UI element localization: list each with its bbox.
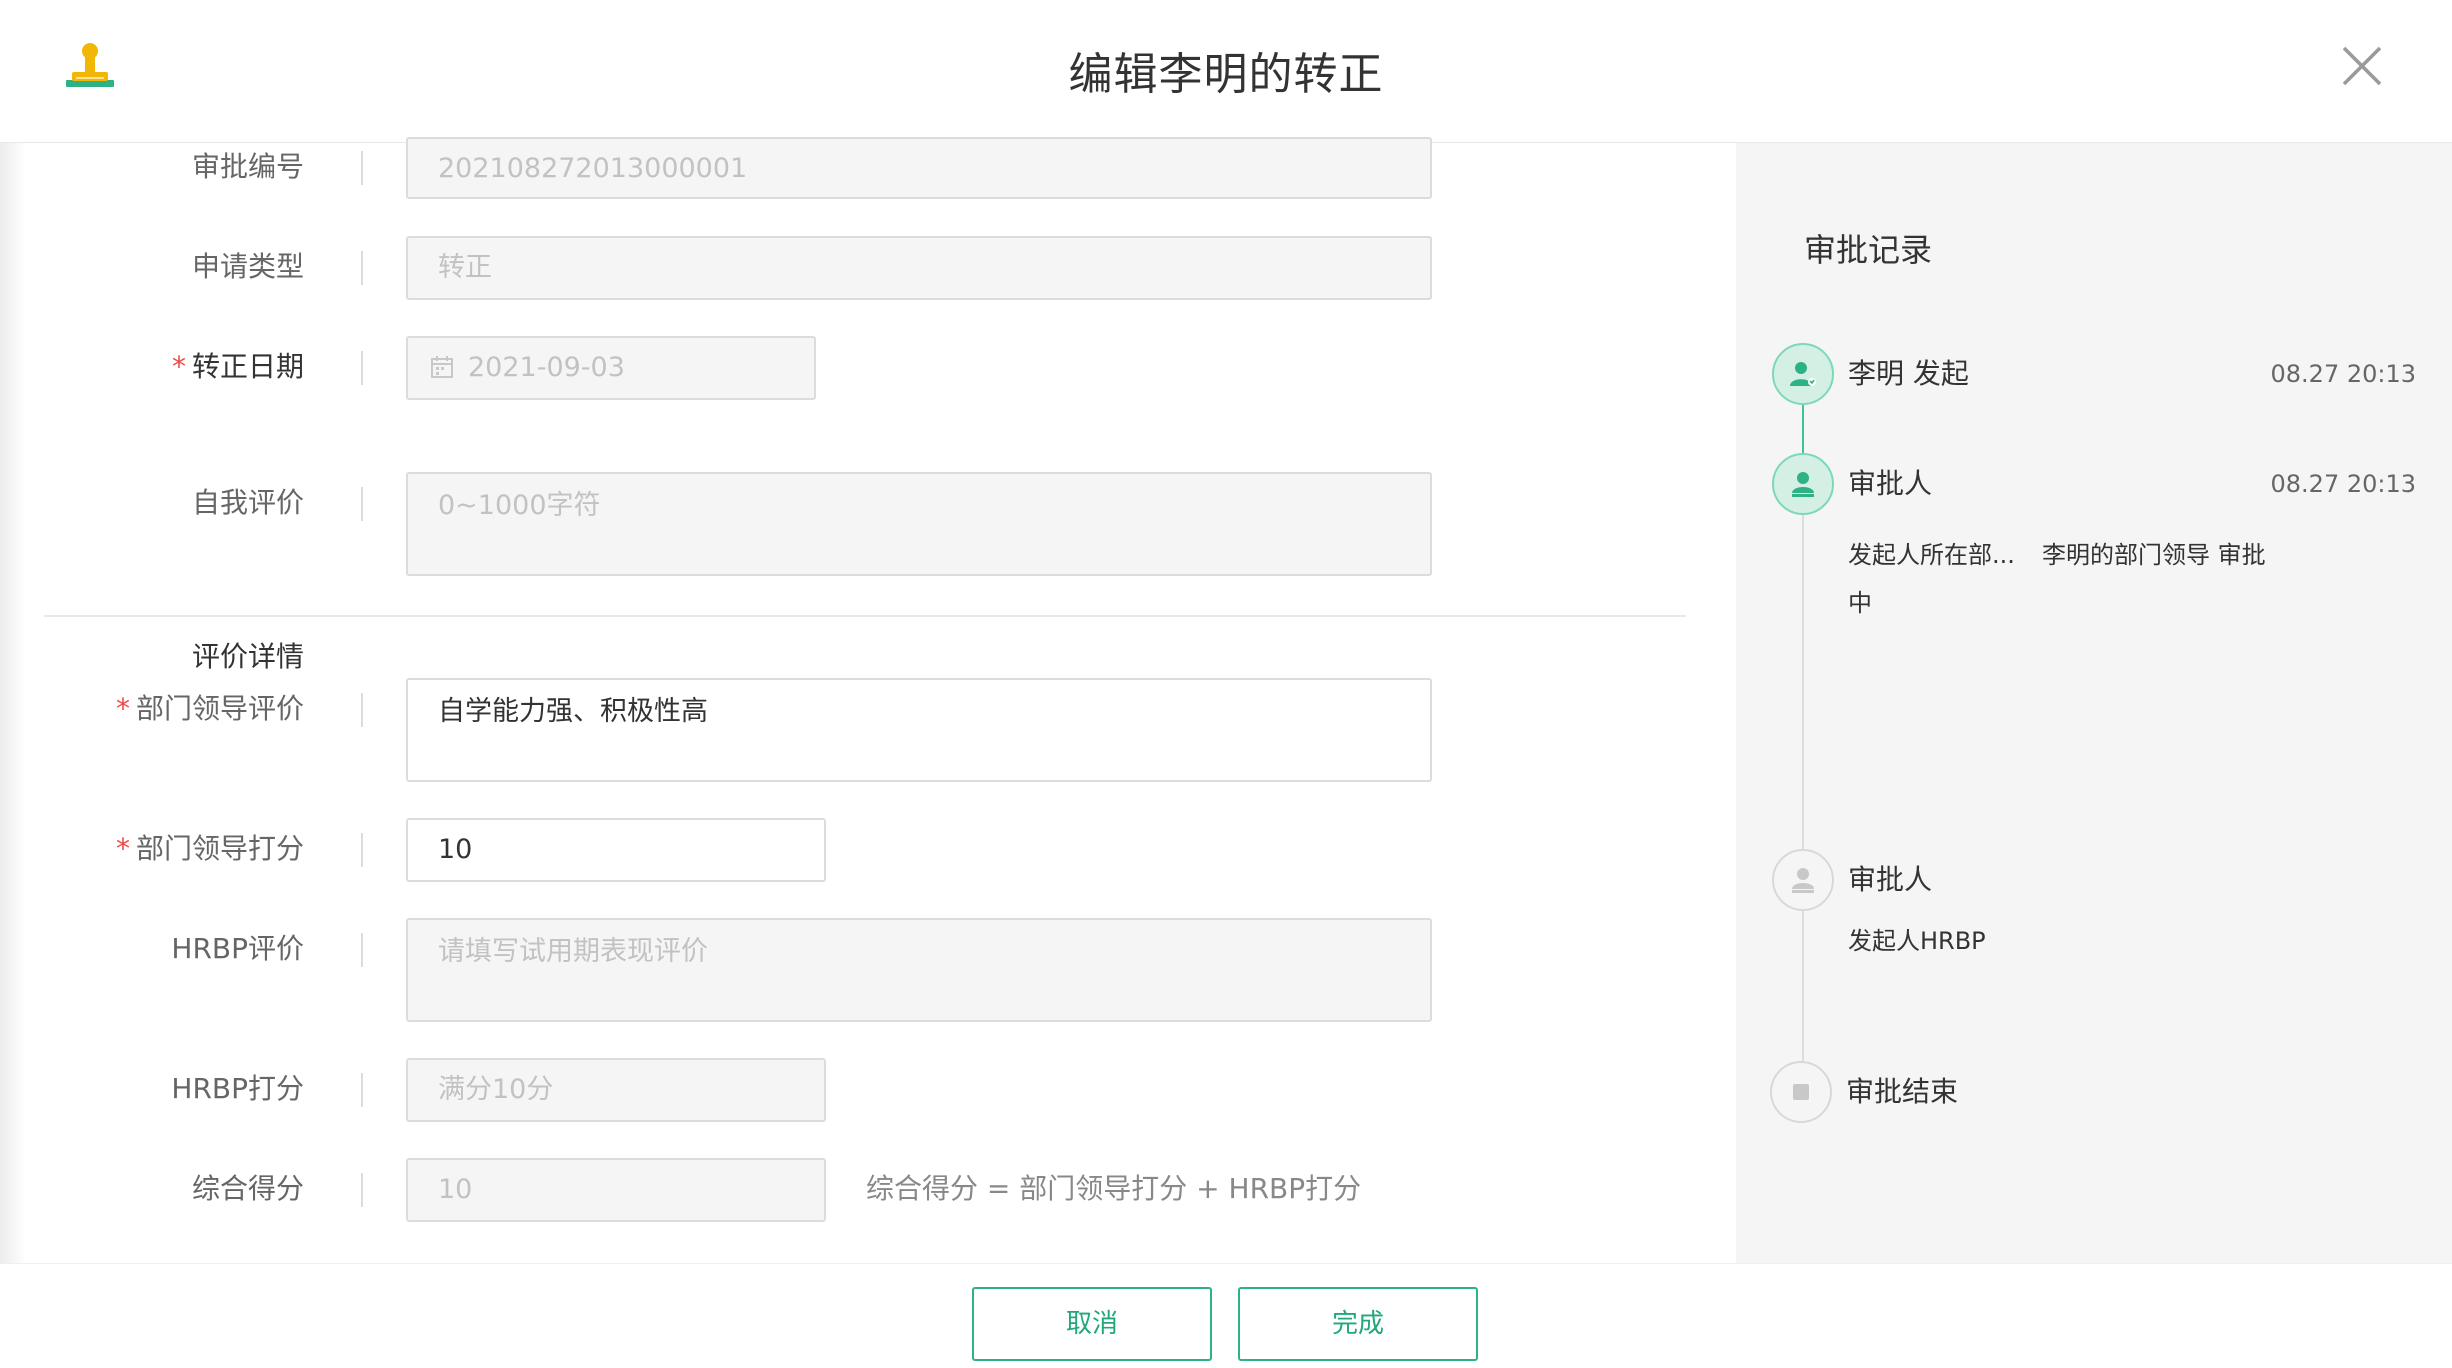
approver-status: 李明的部门领导 审批 xyxy=(2042,541,2266,569)
dialog-header: 编辑李明的转正 xyxy=(0,0,2452,143)
label-separator xyxy=(361,933,363,967)
stop-icon xyxy=(1793,1084,1809,1100)
node-time: 08.27 20:13 xyxy=(2270,360,2417,388)
node-name: 审批人 xyxy=(1848,863,1933,896)
approver-group: 发起人HRBP xyxy=(1848,927,1986,955)
leader-score-label: * 部门领导打分 xyxy=(115,832,304,865)
end-node xyxy=(1770,1061,1832,1123)
section-title: 评价详情 xyxy=(191,640,304,673)
approval-record-panel: 审批记录 李明 发起 08.27 20:13 审批人 08.27 20:13 发… xyxy=(1736,143,2452,1263)
timeline-connector xyxy=(1802,405,1804,453)
label-separator xyxy=(361,833,363,867)
hrbp-score-input: 满分10分 xyxy=(406,1058,826,1122)
cancel-button[interactable]: 取消 xyxy=(972,1287,1212,1361)
node-name: 李明 发起 xyxy=(1848,357,1969,390)
section-divider xyxy=(44,615,1686,617)
approver-status-cont: 中 xyxy=(1848,589,1872,617)
approval-no-label: 审批编号 xyxy=(191,150,304,183)
edit-confirmation-dialog: 编辑李明的转正 审批编号 202108272013000001 申请类型 转正 … xyxy=(0,0,2452,1368)
label-separator xyxy=(361,487,363,521)
node-name: 审批人 xyxy=(1848,467,1933,500)
apply-type-field: 转正 xyxy=(406,236,1432,300)
node-name: 审批结束 xyxy=(1846,1075,1959,1108)
close-icon[interactable] xyxy=(2338,42,2386,90)
hrbp-eval-textarea: 请填写试用期表现评价 xyxy=(406,918,1432,1022)
self-eval-label: 自我评价 xyxy=(191,486,304,519)
node-time: 08.27 20:13 xyxy=(2270,470,2417,498)
user-icon xyxy=(1790,362,1816,386)
stamp-user-icon xyxy=(1792,472,1814,497)
approver-node xyxy=(1772,453,1834,515)
dialog-footer: 取消 完成 xyxy=(0,1263,2452,1368)
hrbp-score-label: HRBP打分 xyxy=(171,1072,304,1105)
hrbp-eval-label: HRBP评价 xyxy=(171,932,304,965)
confirm-date-picker[interactable]: 2021-09-03 xyxy=(406,336,816,400)
approver-group: 发起人所在部... xyxy=(1848,541,2015,569)
calendar-icon xyxy=(431,355,453,378)
apply-type-label: 申请类型 xyxy=(191,250,304,283)
dialog-title: 编辑李明的转正 xyxy=(1068,49,1384,100)
label-separator xyxy=(361,251,363,285)
timeline-connector xyxy=(1802,911,1804,1061)
approval-no-field: 202108272013000001 xyxy=(406,137,1432,199)
self-eval-textarea: 0~1000字符 xyxy=(406,472,1432,576)
score-formula: 综合得分 = 部门领导打分 + HRBP打分 xyxy=(866,1172,1362,1205)
timeline-connector xyxy=(1802,515,1804,849)
label-separator xyxy=(361,1173,363,1207)
confirm-date-label: * 转正日期 xyxy=(171,350,304,383)
total-score-field: 10 xyxy=(406,1158,826,1222)
label-separator xyxy=(361,693,363,727)
leader-score-input[interactable]: 10 xyxy=(406,818,826,882)
initiator-node xyxy=(1772,343,1834,405)
stamp-user-icon xyxy=(1792,868,1814,893)
leader-eval-label: * 部门领导评价 xyxy=(115,692,304,725)
label-separator xyxy=(361,351,363,385)
approval-record-title: 审批记录 xyxy=(1804,231,1933,269)
label-separator xyxy=(361,151,363,185)
approver-node-pending xyxy=(1772,849,1834,911)
confirmation-form: 审批编号 202108272013000001 申请类型 转正 * 转正日期 20… xyxy=(0,137,1736,1263)
done-button[interactable]: 完成 xyxy=(1238,1287,1478,1361)
leader-eval-textarea[interactable]: 自学能力强、积极性高 xyxy=(406,678,1432,782)
total-score-label: 综合得分 xyxy=(191,1172,304,1205)
label-separator xyxy=(361,1073,363,1107)
